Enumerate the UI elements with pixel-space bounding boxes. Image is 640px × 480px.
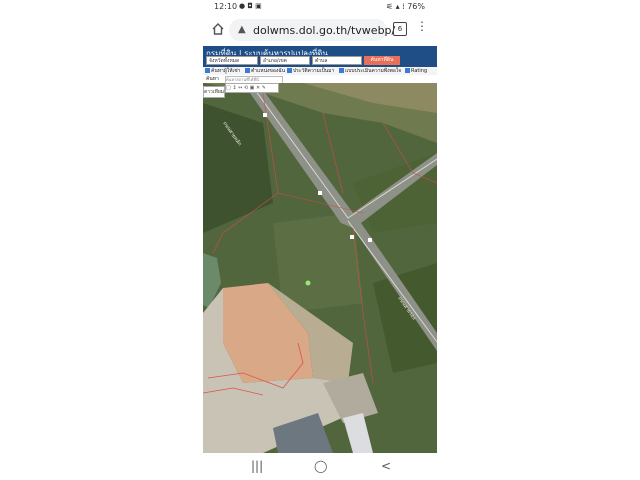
toolbar-label: แบบประเมินความพึงพอใจ	[345, 68, 402, 74]
url-text: dolwms.dol.go.th/tvwebp/	[253, 24, 396, 37]
map-imagery: ถนนสายหลัก ถนนสายรอง	[203, 83, 437, 453]
toolbar-label: ตำแหน่งของฉัน	[251, 68, 286, 74]
phone-screen: 12:10 ● ◘ ▣ ⚟ ▴ ⁞ 76% ▲ dolwms.dol.go.th…	[203, 0, 437, 480]
more-menu-icon[interactable]: ⋮	[416, 19, 428, 33]
toolbar-label: ประวัติความเป็นมา	[293, 68, 335, 74]
not-secure-warning-icon[interactable]: ▲	[238, 24, 246, 35]
search-icon	[205, 68, 210, 73]
location-icon	[245, 68, 250, 73]
layer-switch-button[interactable]: ดาวเทียม	[203, 86, 225, 98]
subdistrict-select[interactable]: ตำบล	[312, 56, 362, 65]
place-search-label: ค้นหา	[206, 76, 219, 82]
home-button-icon[interactable]: ◯	[314, 459, 327, 473]
place-search-row: ค้นหา ค้นหาสถานที่ได้ที่นี่	[203, 75, 437, 84]
back-icon[interactable]: <	[381, 459, 391, 473]
toolbar-item-search-lessor[interactable]: ค้นหาผู้ให้เช่า	[205, 67, 240, 75]
district-select[interactable]: อำเภอ/เขต	[260, 56, 310, 65]
location-selector-row: จังหวัดทั้งหมด อำเภอ/เขต ตำบล ค้นหาที่ดิ…	[203, 55, 437, 67]
toolbar-label: Rating	[411, 68, 428, 74]
search-land-button[interactable]: ค้นหาที่ดิน	[364, 56, 400, 65]
toolbar-label: ค้นหาผู้ให้เช่า	[211, 68, 241, 74]
toolbar-item-survey[interactable]: แบบประเมินความพึงพอใจ	[339, 67, 401, 75]
rating-icon	[405, 68, 410, 73]
browser-toolbar: ▲ dolwms.dol.go.th/tvwebp/ 6 ⋮	[203, 14, 437, 46]
notification-icons: ● ◘ ▣	[239, 2, 262, 10]
province-select[interactable]: จังหวัดทั้งหมด	[206, 56, 258, 65]
history-icon	[287, 68, 292, 73]
recent-apps-icon[interactable]: |||	[251, 459, 263, 473]
android-nav-bar: ||| ◯ <	[203, 453, 437, 480]
status-right: ⚟ ▴ ⁞ 76%	[385, 2, 425, 11]
toolbar-item-rating[interactable]: Rating	[405, 67, 427, 75]
satellite-map[interactable]: ถนนสายหลัก ถนนสายรอง ดาวเทียม □ ↕ ↔ ⟲ ▣ …	[203, 83, 437, 453]
toolbar-item-my-location[interactable]: ตำแหน่งของฉัน	[245, 67, 285, 75]
survey-icon	[339, 68, 344, 73]
address-bar[interactable]: ▲ dolwms.dol.go.th/tvwebp/	[229, 19, 395, 41]
tab-switcher-button[interactable]: 6	[393, 22, 407, 36]
map-tools-bar[interactable]: □ ↕ ↔ ⟲ ▣ ✕ ✎	[225, 83, 279, 93]
status-time: 12:10	[214, 2, 238, 11]
home-icon[interactable]	[211, 22, 225, 36]
status-bar: 12:10 ● ◘ ▣ ⚟ ▴ ⁞ 76%	[203, 0, 437, 14]
toolbar-item-history[interactable]: ประวัติความเป็นมา	[287, 67, 334, 75]
